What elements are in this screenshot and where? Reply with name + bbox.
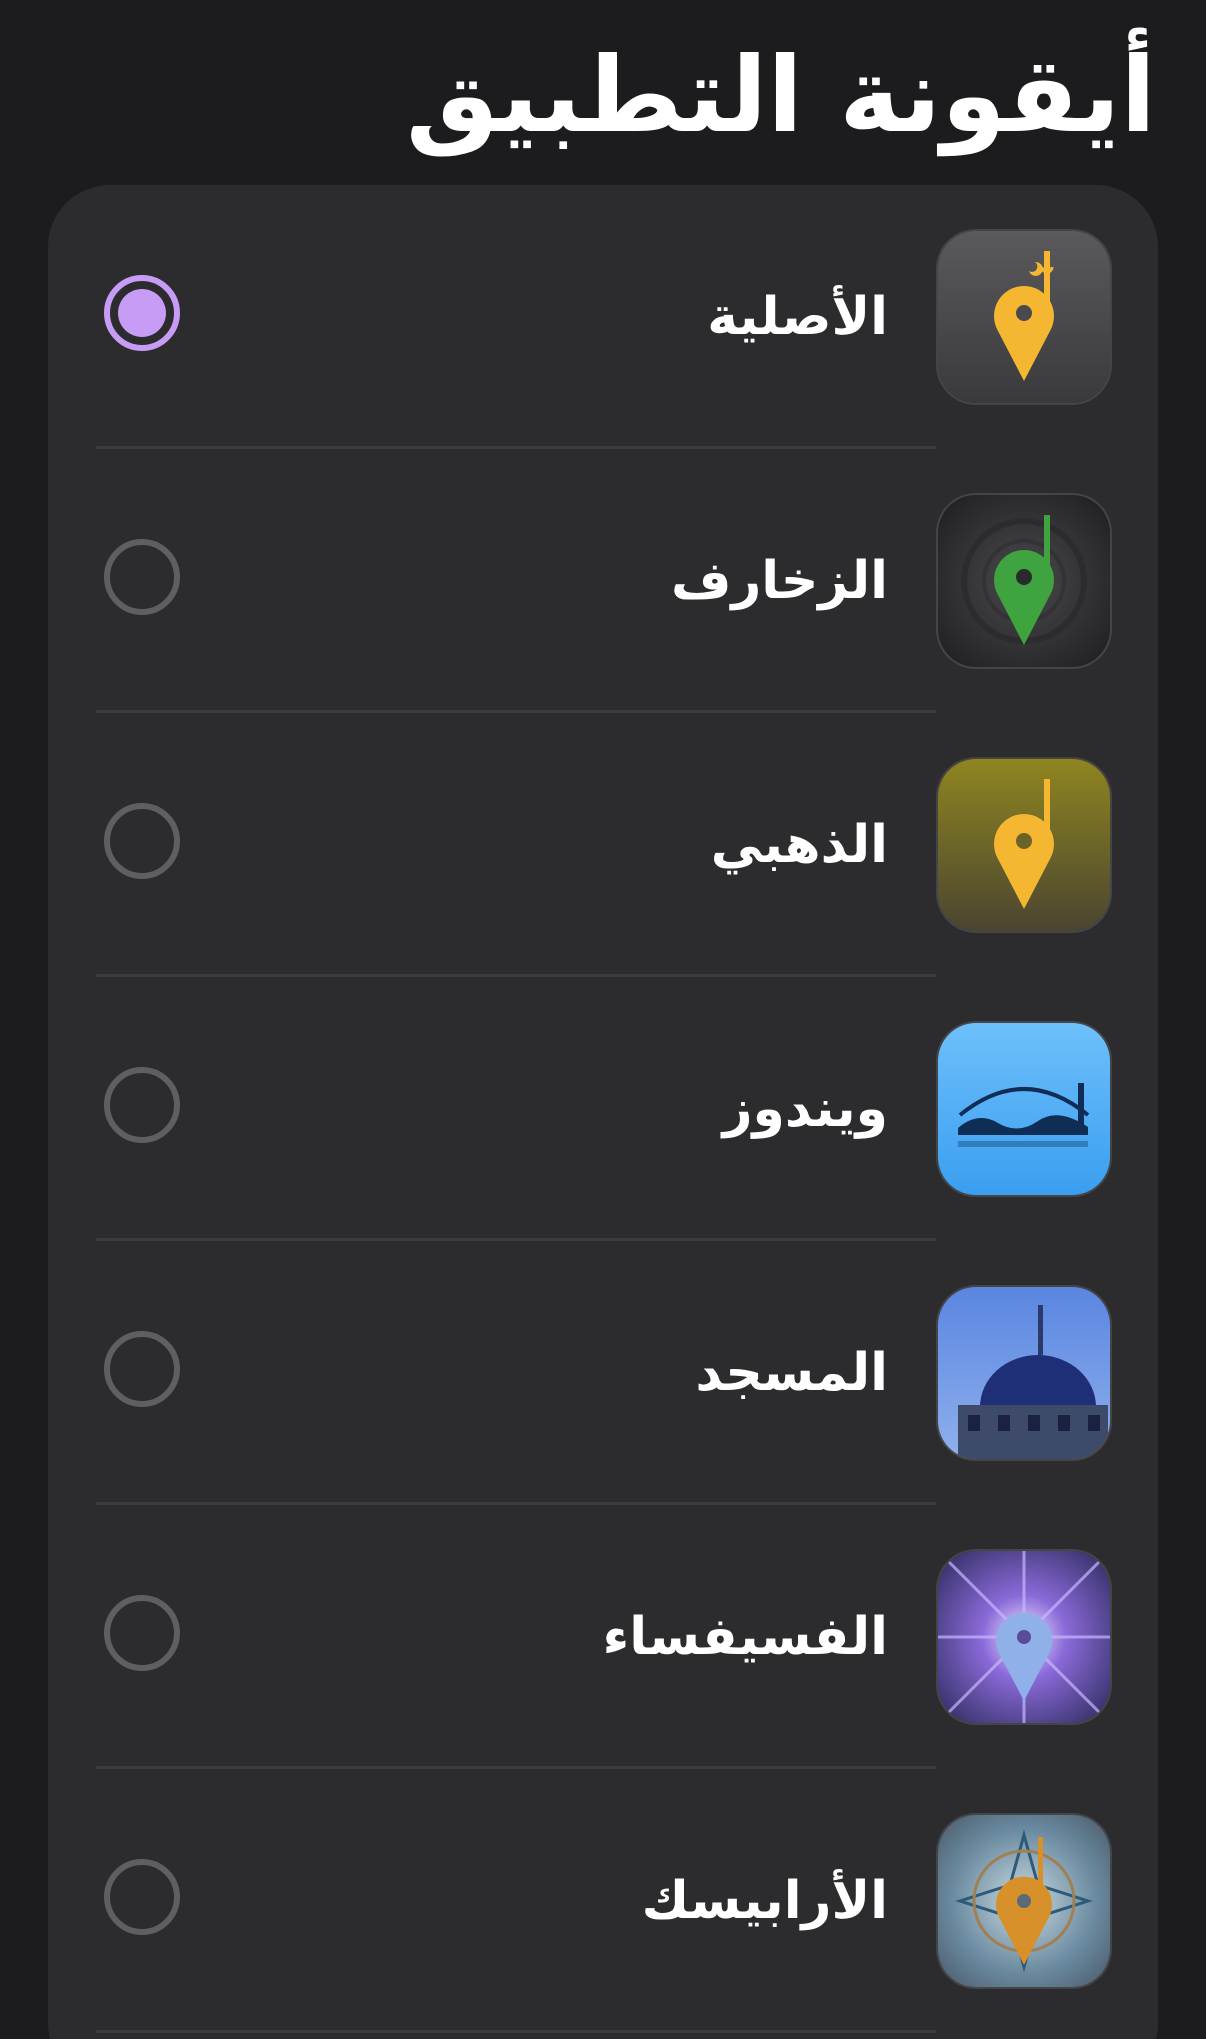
calligraphy-blue-icon: [938, 1023, 1110, 1195]
icon-option-label: المسجد: [695, 1343, 888, 1403]
radio-unselected[interactable]: [104, 1331, 180, 1407]
gold-pin-dark-icon: [938, 231, 1110, 403]
icon-option-mosque[interactable]: المسجد: [48, 1241, 1158, 1505]
icon-option-label: ويندوز: [722, 1079, 888, 1139]
app-icon-list: الأصلية الزخارف الذهبي ويندوز المسجد الف…: [48, 185, 1158, 2039]
icon-option-label: الزخارف: [670, 551, 888, 611]
icon-option-label: الفسيفساء: [602, 1607, 888, 1667]
icon-option-windows[interactable]: ويندوز: [48, 977, 1158, 1241]
gold-pin-olive-icon: [938, 759, 1110, 931]
radio-unselected[interactable]: [104, 803, 180, 879]
icon-option-golden[interactable]: الذهبي: [48, 713, 1158, 977]
page-title: أيقونة التطبيق: [405, 34, 1156, 156]
icon-option-original[interactable]: الأصلية: [48, 185, 1158, 449]
radio-unselected[interactable]: [104, 1595, 180, 1671]
icon-option-label: الأصلية: [707, 287, 888, 347]
icon-option-arabesque[interactable]: الأرابيسك: [48, 1769, 1158, 2033]
icon-option-label: الذهبي: [710, 815, 888, 875]
radio-unselected[interactable]: [104, 1067, 180, 1143]
arabesque-pin-icon: [938, 1815, 1110, 1987]
mosque-dome-icon: [938, 1287, 1110, 1459]
icon-option-mosaic[interactable]: الفسيفساء: [48, 1505, 1158, 1769]
radio-selected[interactable]: [104, 275, 180, 351]
icon-option-label: الأرابيسك: [641, 1871, 888, 1931]
mosaic-pin-icon: [938, 1551, 1110, 1723]
green-pin-ornament-icon: [938, 495, 1110, 667]
radio-unselected[interactable]: [104, 539, 180, 615]
icon-option-ornaments[interactable]: الزخارف: [48, 449, 1158, 713]
radio-unselected[interactable]: [104, 1859, 180, 1935]
divider: [96, 2030, 936, 2033]
